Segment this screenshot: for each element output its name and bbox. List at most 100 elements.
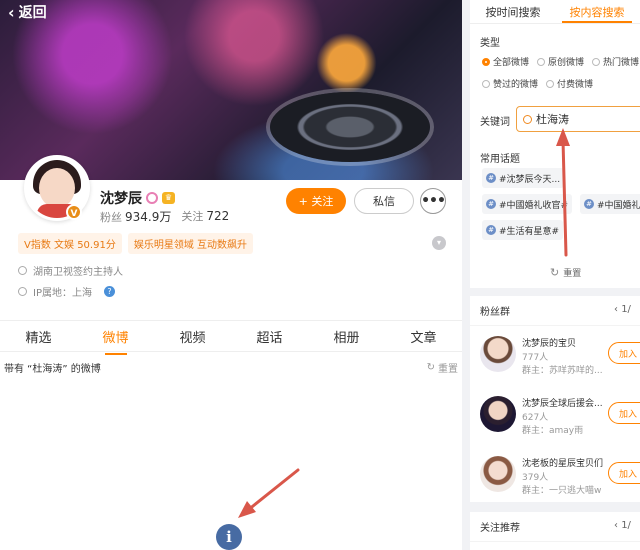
chevron-left-icon[interactable]: ‹ — [614, 304, 618, 315]
user-name-row: 沈梦辰 ♛ — [100, 188, 175, 208]
keyword-label: 关键词 — [480, 117, 510, 128]
group-count: 379人 — [522, 473, 549, 483]
shield-icon — [18, 266, 27, 275]
tab-video[interactable]: 视频 — [154, 327, 231, 346]
following-stat[interactable]: 关注 722 — [181, 208, 229, 225]
topic-label: #中國婚礼收官# — [499, 200, 569, 211]
type-label: 类型 — [480, 38, 500, 49]
group-name: 沈老板的星辰宝贝们 — [522, 459, 604, 469]
follow-recommend-panel: 关注推荐 ‹ 1/ — [470, 512, 640, 550]
help-icon[interactable]: ? — [103, 286, 115, 297]
search-icon — [523, 114, 532, 124]
location-icon — [18, 287, 27, 296]
fans-stat[interactable]: 粉丝 934.9万 — [100, 208, 171, 225]
group-avatar — [480, 456, 516, 492]
fan-groups-page: 1/ — [621, 304, 631, 315]
refresh-icon: ↻ — [550, 266, 560, 279]
group-owner: 群主：一只逃大喵w — [522, 486, 602, 496]
refresh-icon: ↻ — [426, 361, 435, 373]
topic-chip[interactable]: ##中国婚礼# — [580, 194, 640, 214]
fan-groups-pager[interactable]: ‹ 1/ — [614, 304, 631, 315]
tab-search-by-time[interactable]: 按时间搜索 — [470, 0, 556, 23]
gender-icon — [146, 192, 158, 204]
avatar-face — [39, 168, 75, 208]
fans-label: 粉丝 — [100, 211, 122, 224]
tab-weibo[interactable]: 微博 — [77, 327, 154, 355]
fan-group-item[interactable]: 沈梦辰全球后援会... 627人 群主：amay雨 加入 — [480, 396, 640, 446]
user-tags: V指数 文娱 50.91分 娱乐明星领域 互动数飙升 — [18, 233, 254, 254]
radio-label: 付费微博 — [557, 80, 594, 90]
expand-chevron-icon[interactable]: ▾ — [432, 236, 446, 250]
fan-groups-header: 粉丝群 ‹ 1/ — [470, 296, 640, 326]
radio-dot — [482, 79, 490, 88]
radio-label: 赞过的微博 — [493, 80, 539, 90]
profile-tabs: 精选 微博 视频 超话 相册 文章 — [0, 320, 462, 355]
recommend-title: 关注推荐 — [480, 523, 520, 534]
topic-label: #中国婚礼# — [597, 200, 640, 211]
group-name: 沈梦辰全球后援会... — [522, 399, 603, 409]
topics-label: 常用话题 — [480, 154, 520, 165]
following-value: 722 — [206, 209, 230, 223]
tag-v-index[interactable]: V指数 文娱 50.91分 — [18, 233, 122, 254]
radio-label: 全部微博 — [493, 58, 530, 68]
filter-text: 带有 “杜海涛” 的微博 — [4, 363, 101, 375]
search-reset-label: 重置 — [563, 269, 582, 279]
user-name: 沈梦辰 — [100, 191, 142, 207]
user-stats: 粉丝 934.9万 关注 722 — [100, 208, 229, 225]
fans-value: 934.9万 — [125, 210, 172, 224]
topic-chip[interactable]: # #生活有星意# — [482, 220, 564, 240]
more-options-button[interactable]: ••• — [420, 188, 446, 214]
type-radio-group: 全部微博 原创微博 热门微博 赞过的微博 付费微博 — [482, 55, 640, 99]
chevron-left-icon: ‹ — [8, 2, 15, 22]
back-label: 返回 — [18, 5, 47, 21]
hashtag-icon: # — [486, 199, 496, 209]
hashtag-icon: # — [486, 225, 496, 235]
tab-search-by-content[interactable]: 按内容搜索 — [562, 0, 632, 23]
topic-chip[interactable]: # #沈梦辰今天... — [482, 168, 565, 188]
verified-badge-icon: V — [66, 204, 82, 220]
info-ip-location: IP属地：上海 ? — [18, 284, 115, 299]
search-mode-tabs: 按时间搜索 按内容搜索 — [470, 0, 640, 24]
radio-paid-weibo[interactable]: 付费微博 — [546, 77, 593, 90]
radio-original-weibo[interactable]: 原创微博 — [537, 55, 584, 68]
info-ip-text: IP属地：上海 — [33, 288, 92, 299]
chevron-left-icon[interactable]: ‹ — [614, 520, 618, 531]
radio-dot — [546, 79, 555, 88]
search-reset-button[interactable]: ↻ 重置 — [550, 266, 581, 279]
search-panel: 按时间搜索 按内容搜索 类型 全部微博 原创微博 热门微博 赞过的微博 付费微博… — [470, 0, 640, 288]
tab-featured[interactable]: 精选 — [0, 327, 77, 346]
recommend-header: 关注推荐 ‹ 1/ — [470, 512, 640, 542]
profile-area: ‹ 返回 V 沈梦辰 ♛ 粉丝 934.9万 关注 722 + 关注 私信 ••• … — [0, 0, 462, 550]
tab-album[interactable]: 相册 — [308, 327, 385, 346]
message-button[interactable]: 私信 — [354, 188, 414, 214]
radio-dot — [592, 57, 601, 66]
radio-dot — [537, 57, 546, 66]
cover-turntable-graphic — [270, 92, 430, 162]
radio-all-weibo[interactable]: 全部微博 — [482, 55, 529, 68]
fan-group-item[interactable]: 沈老板的星辰宝贝们 379人 群主：一只逃大喵w 加入 — [480, 456, 640, 502]
tab-articles[interactable]: 文章 — [385, 327, 462, 346]
tag-domain[interactable]: 娱乐明星领域 互动数飙升 — [127, 233, 254, 254]
filter-bar: 带有 “杜海涛” 的微博 ↻ 重置 — [0, 356, 462, 378]
join-group-button[interactable]: 加入 — [608, 462, 640, 484]
topic-chip[interactable]: # #中國婚礼收官# — [482, 194, 573, 214]
keyword-search-input[interactable]: 杜海涛 — [516, 106, 640, 132]
back-button[interactable]: ‹ 返回 — [8, 2, 47, 22]
fan-group-item[interactable]: 沈梦辰的宝贝 777人 群主：苏咩苏咩的... 加入 — [480, 336, 640, 386]
tab-supertopic[interactable]: 超话 — [231, 327, 308, 346]
info-icon[interactable]: i — [216, 524, 242, 550]
filter-reset-button[interactable]: ↻ 重置 — [427, 360, 458, 375]
info-verification-text: 湖南卫视签约主持人 — [33, 267, 123, 278]
radio-hot-weibo[interactable]: 热门微博 — [592, 55, 639, 68]
join-group-button[interactable]: 加入 — [608, 342, 640, 364]
recommend-pager[interactable]: ‹ 1/ — [614, 520, 631, 531]
info-verification: 湖南卫视签约主持人 — [18, 263, 123, 278]
crown-icon: ♛ — [162, 192, 175, 204]
following-label: 关注 — [181, 210, 204, 223]
recommend-page: 1/ — [621, 520, 631, 531]
join-group-button[interactable]: 加入 — [608, 402, 640, 424]
topic-label: #生活有星意# — [499, 226, 560, 237]
group-avatar — [480, 336, 516, 372]
radio-liked-weibo[interactable]: 赞过的微博 — [482, 77, 538, 90]
follow-button[interactable]: + 关注 — [286, 188, 346, 214]
